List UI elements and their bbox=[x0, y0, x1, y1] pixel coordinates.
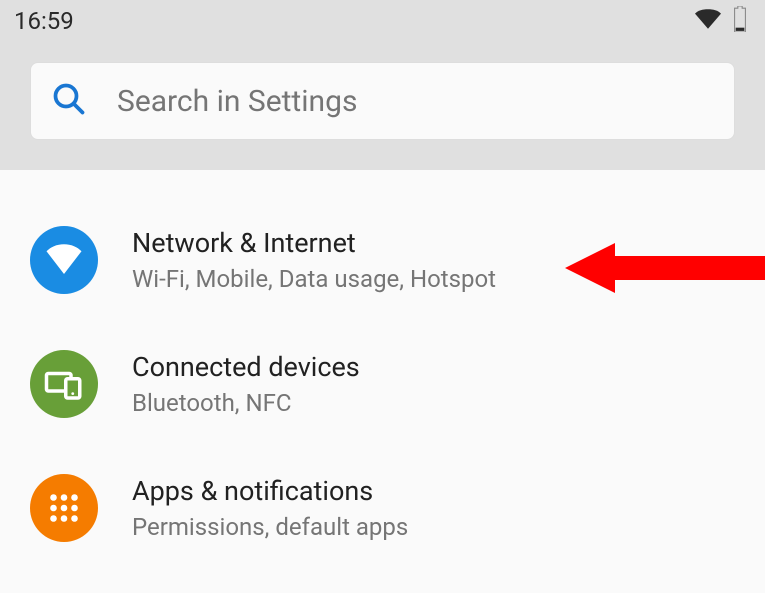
item-text: Network & Internet Wi-Fi, Mobile, Data u… bbox=[132, 227, 496, 293]
settings-item-apps[interactable]: Apps & notifications Permissions, defaul… bbox=[0, 446, 765, 570]
search-box[interactable] bbox=[30, 62, 735, 140]
settings-item-network[interactable]: Network & Internet Wi-Fi, Mobile, Data u… bbox=[0, 198, 765, 322]
wifi-signal-icon bbox=[695, 9, 721, 33]
wifi-icon bbox=[30, 226, 98, 294]
search-input[interactable] bbox=[117, 84, 714, 119]
item-text: Connected devices Bluetooth, NFC bbox=[132, 351, 360, 417]
battery-icon bbox=[733, 6, 747, 36]
item-subtitle: Bluetooth, NFC bbox=[132, 389, 360, 417]
item-title: Connected devices bbox=[132, 351, 360, 383]
item-subtitle: Permissions, default apps bbox=[132, 513, 408, 541]
status-bar: 16:59 bbox=[0, 0, 765, 42]
item-text: Apps & notifications Permissions, defaul… bbox=[132, 475, 408, 541]
status-time: 16:59 bbox=[14, 7, 74, 35]
status-icons bbox=[695, 6, 747, 36]
item-title: Network & Internet bbox=[132, 227, 496, 259]
apps-icon bbox=[30, 474, 98, 542]
settings-item-connected-devices[interactable]: Connected devices Bluetooth, NFC bbox=[0, 322, 765, 446]
devices-icon bbox=[30, 350, 98, 418]
item-title: Apps & notifications bbox=[132, 475, 408, 507]
search-icon bbox=[51, 81, 87, 121]
settings-list: Network & Internet Wi-Fi, Mobile, Data u… bbox=[0, 170, 765, 570]
item-subtitle: Wi-Fi, Mobile, Data usage, Hotspot bbox=[132, 265, 496, 293]
search-container bbox=[0, 42, 765, 170]
